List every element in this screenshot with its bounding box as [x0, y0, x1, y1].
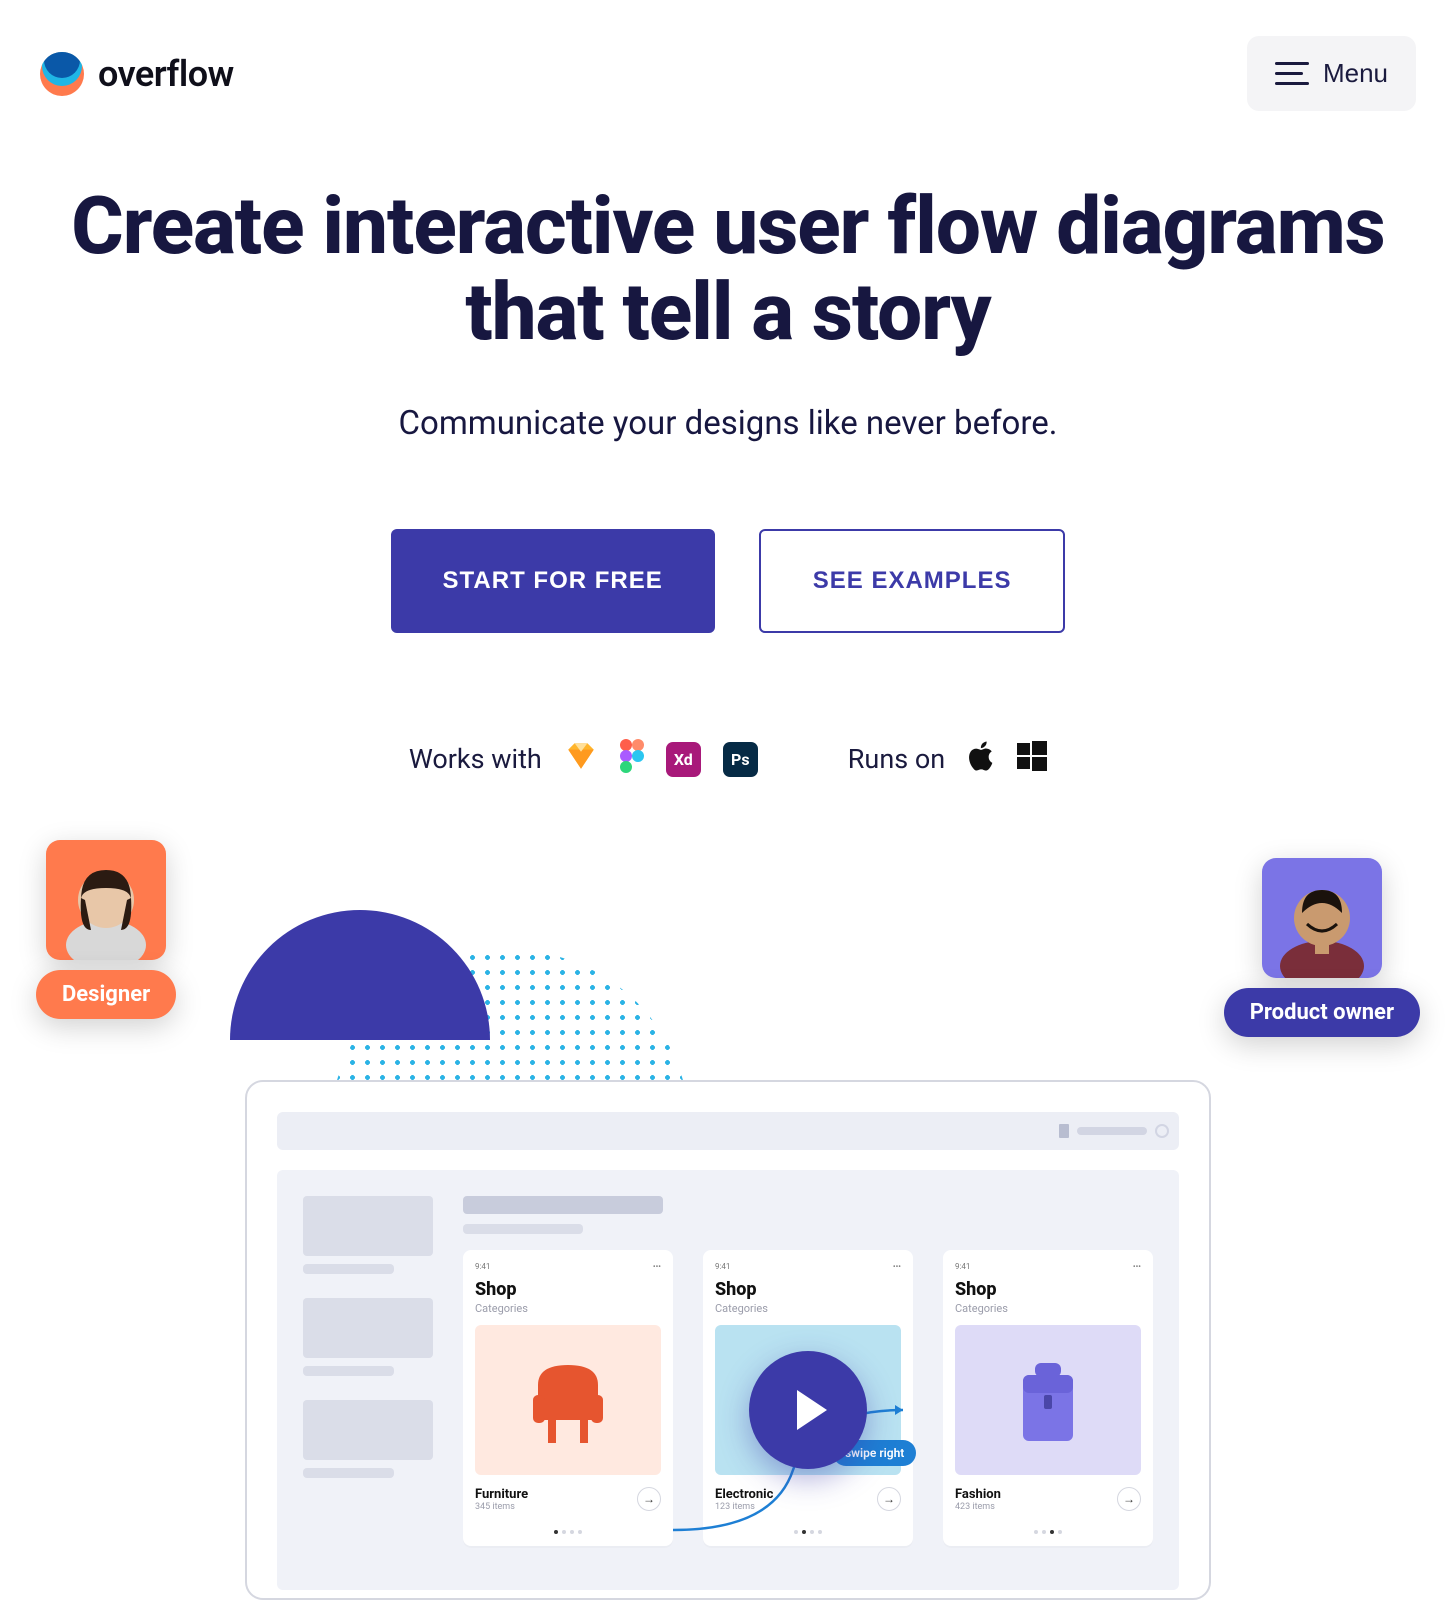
persona-designer-badge: Designer	[36, 970, 176, 1019]
menu-button[interactable]: Menu	[1247, 36, 1416, 111]
avatar	[1262, 858, 1382, 978]
decorative-semicircle	[230, 910, 490, 1040]
menu-label: Menu	[1323, 58, 1388, 89]
logo-icon	[40, 52, 84, 96]
logo[interactable]: overflow	[40, 52, 234, 96]
mock-screen-furniture: 9:41••• Shop Categories Furniture345 ite…	[463, 1250, 673, 1546]
hero-headline: Create interactive user flow diagrams th…	[40, 183, 1416, 356]
hero-subheadline: Communicate your designs like never befo…	[40, 404, 1416, 443]
see-examples-button[interactable]: SEE EXAMPLES	[759, 529, 1066, 633]
works-with-label: Works with	[409, 743, 542, 775]
sketch-icon	[564, 739, 598, 780]
product-window: 9:41••• Shop Categories Furniture345 ite…	[245, 1080, 1211, 1600]
adobe-xd-icon: Xd	[666, 742, 701, 777]
persona-designer: Designer	[36, 840, 176, 1019]
arrow-right-icon: →	[1117, 1487, 1141, 1511]
start-for-free-button[interactable]: START FOR FREE	[391, 529, 715, 633]
figma-icon	[620, 739, 644, 780]
mock-toolbar	[277, 1112, 1179, 1150]
photoshop-icon: Ps	[723, 742, 758, 777]
runs-on-label: Runs on	[848, 743, 945, 775]
mock-sidebar	[303, 1196, 433, 1564]
avatar	[46, 840, 166, 960]
windows-icon	[1017, 741, 1047, 778]
mock-screen-fashion: 9:41••• Shop Categories Fashion423 items…	[943, 1250, 1153, 1546]
persona-product-owner-badge: Product owner	[1224, 988, 1420, 1037]
hamburger-icon	[1275, 62, 1309, 85]
persona-product-owner: Product owner	[1224, 858, 1420, 1037]
apple-icon	[967, 740, 995, 779]
logo-text: overflow	[98, 53, 234, 95]
play-button[interactable]	[749, 1351, 867, 1469]
